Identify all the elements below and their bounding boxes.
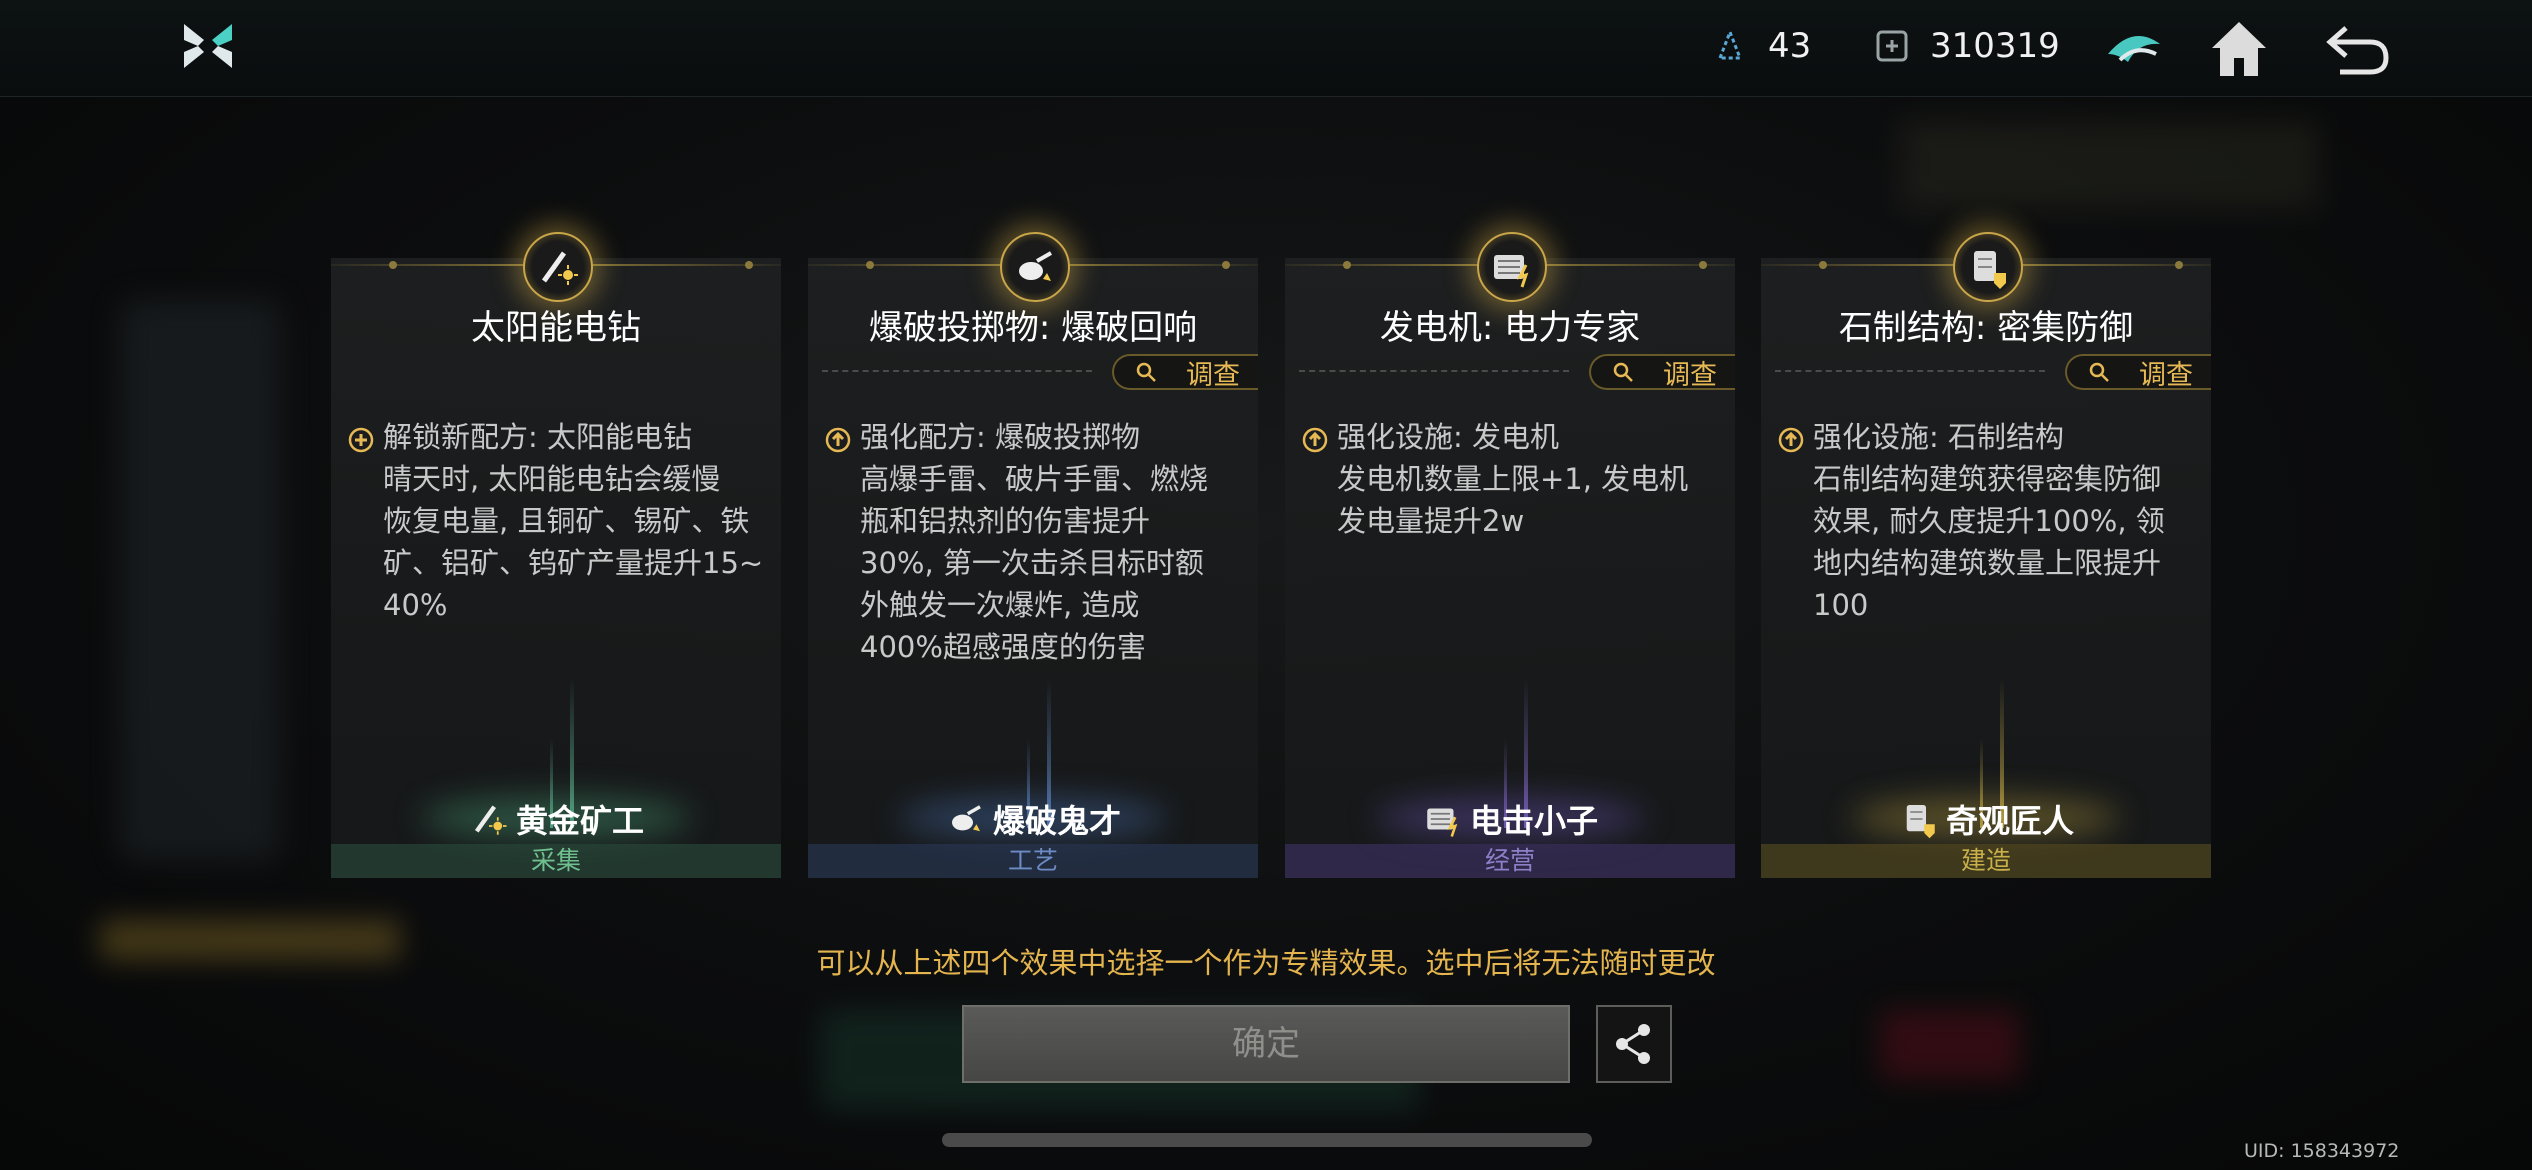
category-label: 采集: [331, 844, 781, 878]
chip-count: 310319: [1930, 26, 2060, 66]
crystal-icon: [1717, 28, 1743, 60]
upgrade-icon: [1302, 427, 1328, 453]
upgrade-icon: [825, 427, 851, 453]
inspect-button[interactable]: 调查: [1589, 354, 1735, 391]
card-title: 爆破投掷物: 爆破回响: [868, 308, 1198, 348]
role-title: 电击小子: [1285, 796, 1735, 842]
stone-structure-icon: [1906, 805, 1935, 839]
card-dot: [2175, 261, 2183, 269]
selection-hint: 可以从上述四个效果中选择一个作为专精效果。选中后将无法随时更改: [816, 946, 1716, 980]
description-line: 发电量提升2w: [1337, 504, 1525, 538]
description-line: 100: [1813, 588, 1869, 622]
uid-label: UID: 158343972: [2244, 1140, 2400, 1162]
card-dot: [1699, 261, 1707, 269]
description-line: 发电机数量上限+1, 发电机: [1337, 462, 1689, 496]
specialization-card[interactable]: 发电机: 电力专家 调查强化设施: 发电机发电机数量上限+1, 发电机 发电量提升2…: [1285, 232, 1735, 878]
search-icon: [2089, 362, 2109, 382]
role-title: 爆破鬼才: [808, 796, 1258, 842]
specialization-card[interactable]: 爆破投掷物: 爆破回响调查强化配方: 爆破投掷物高爆手雷、破片手雷、燃烧 瓶和铝热…: [808, 232, 1258, 878]
card-medal: [1000, 232, 1070, 302]
role-label: 奇观匠人: [1945, 802, 2074, 840]
card-title: 发电机: 电力专家: [1379, 308, 1641, 348]
role-label: 爆破鬼才: [992, 802, 1121, 840]
card-dot: [1222, 261, 1230, 269]
plus-icon: [348, 427, 374, 453]
description-line: 外触发一次爆炸, 造成: [860, 588, 1140, 622]
category-label: 工艺: [808, 844, 1258, 878]
card-medal: [523, 232, 593, 302]
description-line: 40%: [383, 588, 448, 622]
description-line: 高爆手雷、破片手雷、燃烧: [860, 462, 1209, 496]
specialization-card[interactable]: 石制结构: 密集防御 调查强化设施: 石制结构石制结构建筑获得密集防御 效果, 耐久…: [1761, 232, 2211, 878]
faction-emblem-icon[interactable]: [2098, 14, 2168, 84]
description-line: 晴天时, 太阳能电钻会缓慢: [383, 462, 721, 496]
description-line: 矿、铝矿、钨矿产量提升15~: [383, 546, 764, 580]
card-dot: [1819, 261, 1827, 269]
home-indicator[interactable]: [942, 1133, 1592, 1147]
confirm-button[interactable]: 确定: [962, 1005, 1570, 1083]
share-icon: [1616, 1024, 1650, 1064]
chip-resource: 310319: [1874, 26, 2060, 66]
card-dot: [1343, 261, 1351, 269]
top-bar: 43 310319: [0, 0, 2532, 97]
card-dot: [866, 261, 874, 269]
description-line: 恢复电量, 且铜矿、锡矿、铁: [383, 504, 750, 538]
card-title: 石制结构: 密集防御: [1838, 308, 2134, 348]
role-title: 奇观匠人: [1761, 796, 2211, 842]
description-line: 石制结构建筑获得密集防御: [1813, 462, 2162, 496]
back-icon[interactable]: [2322, 14, 2392, 84]
description-line: 400%超感强度的伤害: [860, 630, 1146, 664]
card-medal: [1477, 232, 1547, 302]
description-line: 地内结构建筑数量上限提升: [1813, 546, 2162, 580]
solar-drill-icon: [474, 805, 507, 835]
description-line: 瓶和铝热剂的伤害提升: [860, 504, 1151, 538]
card-title: 太阳能电钻: [471, 308, 641, 348]
specialization-card[interactable]: 太阳能电钻解锁新配方: 太阳能电钻 晴天时, 太阳能电钻会缓慢 恢复电量, 且铜矿、…: [331, 232, 781, 878]
inspect-label: 调查: [1663, 359, 1717, 391]
upgrade-icon: [1778, 427, 1804, 453]
role-title: 黄金矿工: [331, 796, 781, 842]
home-icon[interactable]: [2204, 14, 2274, 84]
generator-icon: [1494, 255, 1529, 288]
description-line: 强化设施: 石制结构: [1813, 420, 2064, 454]
inspect-button[interactable]: 调查: [1112, 354, 1258, 391]
inspect-button[interactable]: 调查: [2065, 354, 2211, 391]
chip-icon: [1876, 30, 1908, 62]
search-icon: [1136, 362, 1156, 382]
generator-icon: [1427, 808, 1458, 837]
share-button[interactable]: [1596, 1005, 1672, 1083]
category-label: 建造: [1761, 844, 2211, 878]
grenade-icon: [951, 805, 981, 832]
card-description: 强化配方: 爆破投掷物高爆手雷、破片手雷、燃烧 瓶和铝热剂的伤害提升 30%, 第一…: [860, 416, 1244, 668]
description-line: 效果, 耐久度提升100%, 领: [1813, 504, 2165, 538]
card-divider: [822, 370, 1092, 372]
game-logo-icon: [184, 24, 232, 68]
stone-structure-icon: [1974, 251, 2006, 289]
inspect-label: 调查: [2139, 359, 2193, 391]
card-medal: [1953, 232, 2023, 302]
crystal-resource: 43: [1712, 26, 1811, 66]
description-line: 解锁新配方: 太阳能电钻: [383, 420, 692, 454]
search-icon: [1613, 362, 1633, 382]
role-label: 电击小子: [1469, 802, 1598, 840]
card-divider: [1775, 370, 2045, 372]
role-label: 黄金矿工: [515, 802, 644, 840]
description-line: 30%, 第一次击杀目标时额: [860, 546, 1204, 580]
card-description: 解锁新配方: 太阳能电钻 晴天时, 太阳能电钻会缓慢 恢复电量, 且铜矿、锡矿、铁矿…: [383, 416, 767, 626]
card-description: 强化设施: 发电机发电机数量上限+1, 发电机 发电量提升2w: [1337, 416, 1721, 542]
category-label: 经营: [1285, 844, 1735, 878]
description-line: 强化配方: 爆破投掷物: [860, 420, 1140, 454]
solar-drill-icon: [541, 251, 578, 285]
inspect-label: 调查: [1186, 359, 1240, 391]
card-divider: [1299, 370, 1569, 372]
card-dot: [745, 261, 753, 269]
crystal-count: 43: [1768, 26, 1812, 66]
grenade-icon: [1019, 251, 1052, 281]
card-description: 强化设施: 石制结构石制结构建筑获得密集防御 效果, 耐久度提升100%, 领地内…: [1813, 416, 2197, 626]
description-line: 强化设施: 发电机: [1337, 420, 1559, 454]
card-dot: [389, 261, 397, 269]
